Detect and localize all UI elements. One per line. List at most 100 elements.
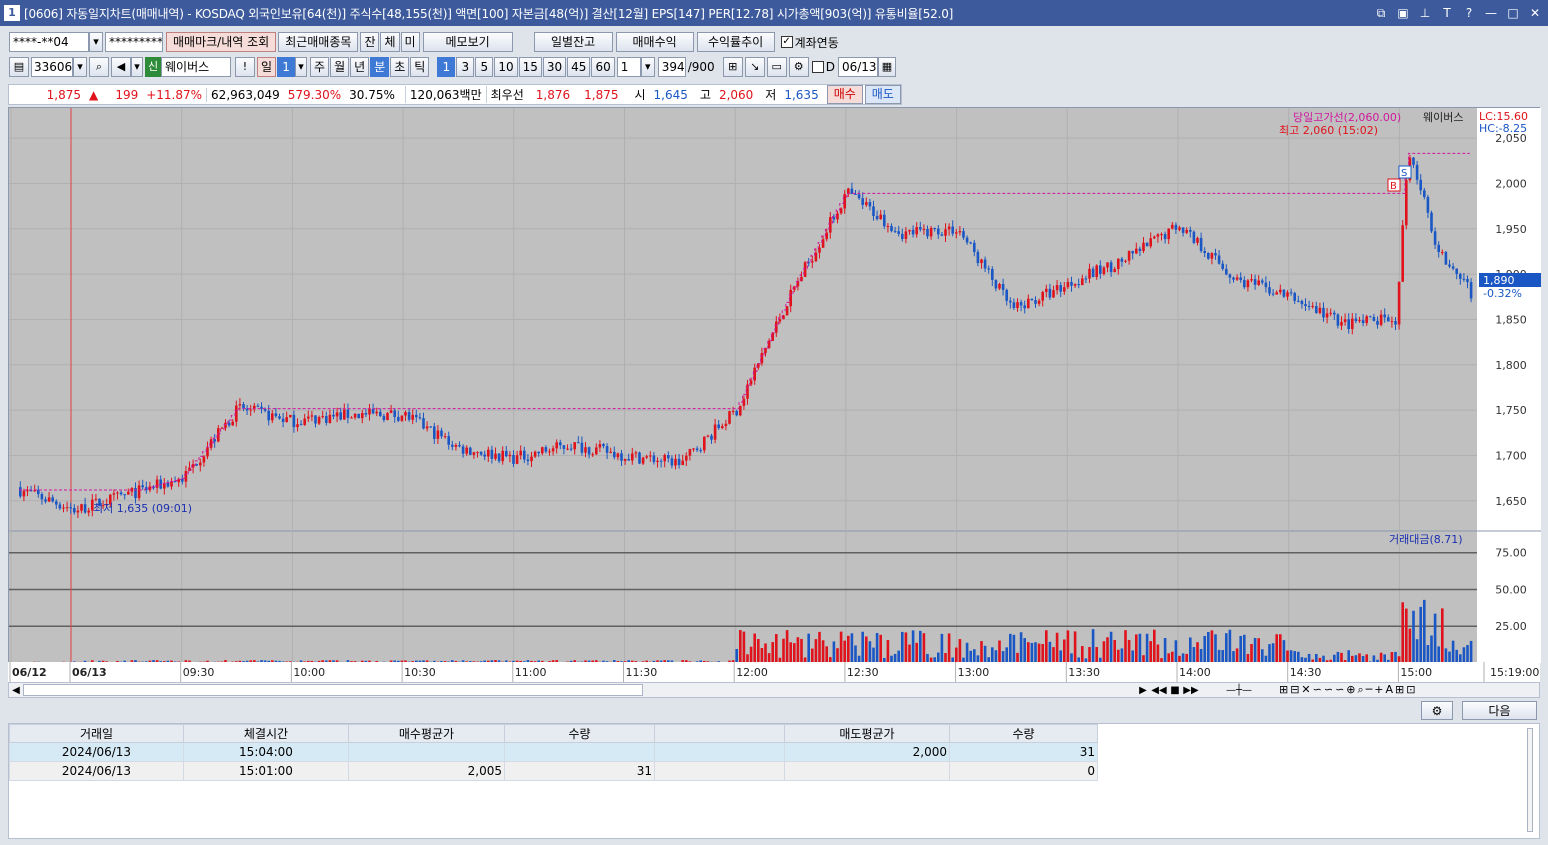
code-dropdown-icon[interactable]: ▾ (73, 57, 87, 77)
link-icon[interactable]: ⧉ (1372, 4, 1390, 22)
rewind-icon[interactable]: ◀◀ (1151, 685, 1167, 696)
scroll-left-icon[interactable]: ◀ (9, 685, 23, 696)
unfilled-button[interactable]: 미 (400, 32, 420, 52)
buy-button[interactable]: 매수 (826, 85, 863, 104)
grid-settings-button[interactable]: ⚙ (1421, 701, 1453, 720)
interval-10-button[interactable]: 10 (494, 57, 518, 77)
recent-trades-button[interactable]: 최근매매종목 (278, 32, 359, 52)
candle-body (1156, 234, 1160, 237)
candle-body (663, 455, 666, 462)
next-button[interactable]: 다음 (1462, 701, 1537, 720)
col-trade-date[interactable]: 거래일 (9, 724, 184, 743)
candle-body (483, 454, 486, 457)
volume-legend[interactable]: 거래대금(8.71) (1389, 533, 1463, 546)
date-input[interactable]: 06/13 (837, 57, 878, 77)
col-buy-avg[interactable]: 매수평균가 (348, 724, 505, 743)
save-icon[interactable]: ▭ (766, 57, 787, 77)
password-field[interactable]: ********* (105, 32, 163, 52)
step-dropdown-icon[interactable]: ▾ (640, 57, 655, 77)
table-scrollbar[interactable] (1527, 728, 1533, 832)
interval-45-button[interactable]: 45 (567, 57, 591, 77)
font-icon[interactable]: T (1438, 4, 1456, 22)
interval-5-button[interactable]: 5 (475, 57, 494, 77)
period-tick-button[interactable]: 틱 (410, 57, 430, 77)
sell-button[interactable]: 매도 (864, 85, 901, 104)
table-row[interactable]: 2024/06/13 15:04:00 2,000 31 (9, 742, 1098, 762)
account-select[interactable]: ****-**04 (9, 32, 89, 52)
candle-body (649, 455, 652, 457)
col-exec-time[interactable]: 체결시간 (183, 724, 349, 743)
stock-legend[interactable]: 웨이버스 (1423, 111, 1463, 124)
period-month-button[interactable]: 월 (330, 57, 350, 77)
alert-button[interactable]: ! (235, 57, 255, 77)
col-buy-qty[interactable]: 수량 (504, 724, 655, 743)
speaker-dropdown-icon[interactable]: ▾ (131, 57, 143, 77)
executed-button[interactable]: 체 (380, 32, 400, 52)
col-sell-avg[interactable]: 매도평균가 (784, 724, 950, 743)
period-day-button[interactable]: 일 (257, 57, 277, 77)
sell-mark[interactable]: S (1401, 168, 1407, 179)
high-line-legend[interactable]: 당일고가선(2,060.00) (1293, 110, 1401, 124)
period-minute-button[interactable]: 분 (370, 57, 390, 77)
period-year-button[interactable]: 년 (350, 57, 370, 77)
interval-15-button[interactable]: 15 (518, 57, 542, 77)
period-number[interactable]: 1 (277, 57, 296, 77)
window-icon[interactable]: 1 (4, 5, 20, 21)
speed-slider[interactable]: —┼— (1199, 685, 1279, 696)
speaker-icon[interactable]: ◀ (111, 57, 131, 77)
current-price: 1,875 (46, 87, 81, 102)
help-icon[interactable]: ? (1460, 4, 1478, 22)
chart-scrollbar[interactable]: ◀ ▶ ◀◀ ■ ▶▶ —┼— ⊞⊟✕∽∽∽⊕⌕─+A⊞⊡ (8, 682, 1540, 698)
gear-icon[interactable]: ⚙ (788, 57, 809, 77)
period-dropdown-icon[interactable]: ▾ (295, 57, 308, 77)
d-checkbox[interactable] (811, 61, 824, 73)
interval-3-button[interactable]: 3 (456, 57, 475, 77)
calendar-icon[interactable]: ▦ (877, 57, 896, 77)
price-volume-chart[interactable]: 2,0502,0001,9501,9001,8501,8001,7501,700… (9, 108, 1541, 663)
trade-profit-button[interactable]: 매매수익 (615, 32, 694, 52)
indicator-icon[interactable]: ⊞ (722, 57, 743, 77)
period-second-button[interactable]: 초 (390, 57, 410, 77)
account-dropdown-icon[interactable]: ▾ (89, 32, 103, 52)
col-sell-qty[interactable]: 수량 (949, 724, 1098, 743)
mark-query-button[interactable]: 매매마크/내역 조회 (166, 32, 277, 52)
step-input[interactable]: 1 (616, 57, 641, 77)
count-input[interactable]: 394 (657, 57, 686, 77)
account-link-checkbox[interactable]: ✓ (780, 36, 793, 48)
candle-body (332, 414, 335, 417)
interval-30-button[interactable]: 30 (542, 57, 567, 77)
minimize-icon[interactable]: — (1482, 4, 1500, 22)
volume-bar (922, 633, 926, 663)
title-bar: 1 [0606] 자동일지차트(매매내역) - KOSDAQ 외국인보유[64(… (0, 0, 1548, 26)
table-row[interactable]: 2024/06/13 15:01:00 2,005 31 0 (9, 761, 1098, 781)
pin-icon[interactable]: ⊥ (1416, 4, 1434, 22)
volume-bar (1055, 632, 1059, 663)
chart-tools-icons[interactable]: ⊞⊟✕∽∽∽⊕⌕─+A⊞⊡ (1279, 683, 1539, 697)
stop-icon[interactable]: ■ (1167, 685, 1183, 696)
scroll-track[interactable] (23, 684, 643, 696)
draw-tool-icon[interactable]: ↘ (744, 57, 765, 77)
volume-bar (1207, 631, 1210, 663)
balance-button[interactable]: 잔 (360, 32, 380, 52)
chart-panel[interactable]: 2,0502,0001,9501,9001,8501,8001,7501,700… (8, 107, 1541, 682)
interval-1-button[interactable]: 1 (437, 57, 456, 77)
search-icon[interactable]: ⌕ (89, 57, 109, 77)
play-icon[interactable]: ▶▶ (1183, 685, 1199, 696)
candle-body (429, 426, 432, 428)
interval-60-button[interactable]: 60 (591, 57, 615, 77)
volume-bar (998, 640, 1001, 663)
chart-type-icon[interactable]: ▤ (9, 57, 29, 77)
tile-icon[interactable]: ▣ (1394, 4, 1412, 22)
maximize-icon[interactable]: □ (1504, 4, 1522, 22)
scroll-right-icon[interactable]: ▶ (1135, 685, 1151, 696)
daily-balance-button[interactable]: 일별잔고 (533, 32, 613, 52)
stock-name-field[interactable]: 웨이버스 (161, 57, 231, 77)
period-week-button[interactable]: 주 (310, 57, 330, 77)
buy-mark[interactable]: B (1390, 181, 1397, 192)
close-icon[interactable]: ✕ (1526, 4, 1544, 22)
stock-code-input[interactable]: 336060 (31, 57, 73, 77)
candle-body (199, 462, 202, 466)
candle-body (76, 510, 80, 513)
memo-button[interactable]: 메모보기 (422, 32, 513, 52)
yield-trend-button[interactable]: 수익률추이 (696, 32, 775, 52)
